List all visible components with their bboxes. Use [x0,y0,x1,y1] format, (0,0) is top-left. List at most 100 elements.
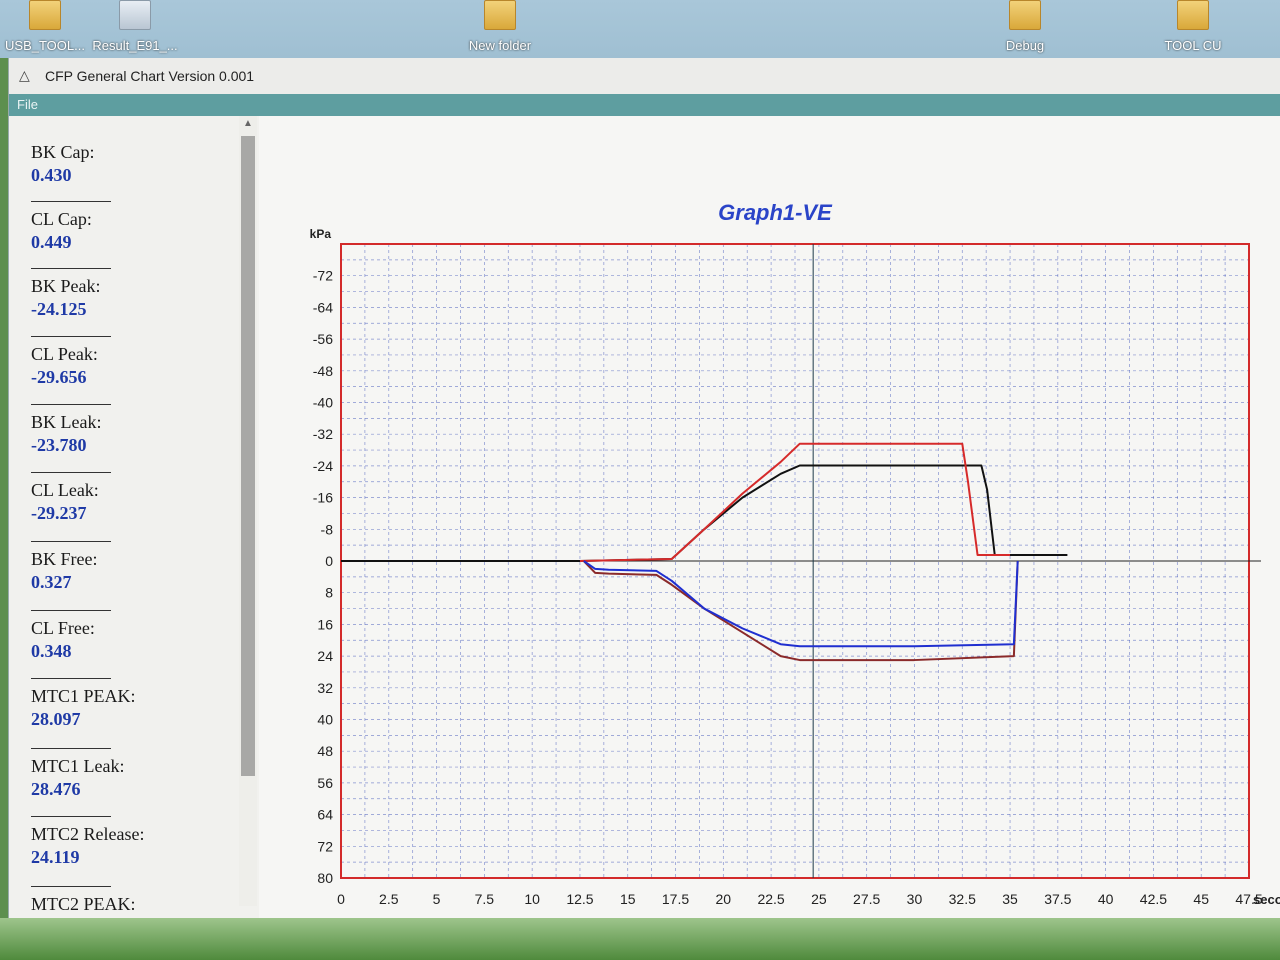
folder-icon [1177,0,1209,30]
stat-value: 0.327 [31,572,72,592]
stat-cl-cap: CL Cap: 0.449 [31,201,221,253]
stat-bk-cap: BK Cap: 0.430 [31,142,221,186]
stat-mtc2-release: MTC2 Release: 24.119 [31,816,221,868]
x-tick-label: 0 [337,891,345,907]
stat-label: BK Leak: [31,412,102,432]
y-tick-label: 80 [317,870,333,886]
line-chart: Graph1-VEkPasecond-72-64-56-48-40-32-24-… [310,200,1280,931]
menu-file[interactable]: File [17,97,38,112]
x-tick-label: 15 [620,891,636,907]
y-tick-label: -16 [313,490,333,506]
x-tick-label: 25 [811,891,827,907]
stat-label: MTC2 PEAK: [31,894,136,914]
divider [31,268,111,269]
y-tick-label: 40 [317,712,333,728]
stat-mtc1-peak: MTC1 PEAK: 28.097 [31,678,221,730]
desktop-top: USB_TOOL... Result_E91_... New folder De… [0,0,1280,58]
divider [31,404,111,405]
stat-value: -29.656 [31,367,87,387]
y-tick-label: 64 [317,807,333,823]
x-tick-label: 47.5 [1235,891,1262,907]
stat-value: 0.449 [31,232,72,252]
folder-icon [29,0,61,30]
stat-cl-leak: CL Leak: -29.237 [31,472,221,524]
scroll-thumb[interactable] [241,136,255,776]
scroll-up-icon[interactable]: ▲ [239,118,257,134]
chart-title: Graph1-VE [718,200,833,225]
stat-bk-leak: BK Leak: -23.780 [31,404,221,456]
stat-cl-peak: CL Peak: -29.656 [31,336,221,388]
y-tick-label: -24 [313,458,333,474]
stat-label: BK Cap: [31,142,95,162]
stat-mtc2-peak: MTC2 PEAK: [31,886,221,917]
stat-value: -24.125 [31,299,87,319]
y-tick-label: -32 [313,426,333,442]
x-tick-label: 12.5 [566,891,593,907]
y-tick-label: 16 [317,616,333,632]
y-tick-label: 32 [317,680,333,696]
x-tick-label: 32.5 [949,891,976,907]
desktop-icon-debug[interactable]: Debug [960,0,1090,53]
y-tick-label: 48 [317,743,333,759]
y-tick-label: 24 [317,648,333,664]
stat-cl-free: CL Free: 0.348 [31,610,221,662]
x-tick-label: 22.5 [757,891,784,907]
x-tick-label: 20 [716,891,732,907]
x-tick-label: 42.5 [1140,891,1167,907]
stat-label: MTC1 PEAK: [31,686,136,706]
divider [31,886,111,887]
stat-value: -29.237 [31,503,87,523]
desktop-icon-result[interactable]: Result_E91_... [70,0,200,53]
folder-icon [484,0,516,30]
stat-label: CL Cap: [31,209,92,229]
x-tick-label: 30 [907,891,923,907]
divider [31,678,111,679]
x-tick-label: 35 [1002,891,1018,907]
y-tick-label: 72 [317,838,333,854]
y-tick-label: -40 [313,395,333,411]
y-tick-label: 56 [317,775,333,791]
app-icon: △ [19,67,30,83]
divider [31,610,111,611]
stat-label: CL Peak: [31,344,98,364]
x-tick-label: 45 [1193,891,1209,907]
desktop-icon-tool-cu[interactable]: TOOL CU [1128,0,1258,53]
y-tick-label: 8 [325,585,333,601]
stat-bk-free: BK Free: 0.327 [31,541,221,593]
x-tick-label: 2.5 [379,891,399,907]
y-tick-label: -72 [313,268,333,284]
spreadsheet-icon [119,0,151,30]
stat-value: 28.097 [31,709,81,729]
y-tick-label: 0 [325,553,333,569]
stat-value: 24.119 [31,847,80,867]
window-title: CFP General Chart Version 0.001 [45,68,255,84]
desktop-bottom [0,918,1280,960]
desktop-icon-new-folder[interactable]: New folder [435,0,565,53]
y-tick-label: -8 [321,521,334,537]
x-tick-label: 7.5 [475,891,495,907]
app-window: △ CFP General Chart Version 0.001 File B… [8,58,1280,931]
stat-label: CL Leak: [31,480,99,500]
divider [31,816,111,817]
y-tick-label: -56 [313,331,333,347]
x-tick-label: 17.5 [662,891,689,907]
divider [31,541,111,542]
stat-label: MTC1 Leak: [31,756,125,776]
stat-label: BK Free: [31,549,98,569]
x-tick-label: 27.5 [853,891,880,907]
stat-value: 0.430 [31,165,72,185]
menu-bar: File [9,94,1280,116]
folder-icon [1009,0,1041,30]
y-axis-label: kPa [310,227,332,241]
stat-mtc1-leak: MTC1 Leak: 28.476 [31,748,221,800]
panel-scrollbar[interactable]: ▲ [239,116,257,906]
x-tick-label: 40 [1098,891,1114,907]
stat-value: -23.780 [31,435,87,455]
stat-label: CL Free: [31,618,95,638]
divider [31,201,111,202]
y-tick-label: -64 [313,299,333,315]
stat-value: 0.348 [31,641,72,661]
title-bar: △ CFP General Chart Version 0.001 [9,58,1280,94]
divider [31,472,111,473]
x-tick-label: 5 [433,891,441,907]
